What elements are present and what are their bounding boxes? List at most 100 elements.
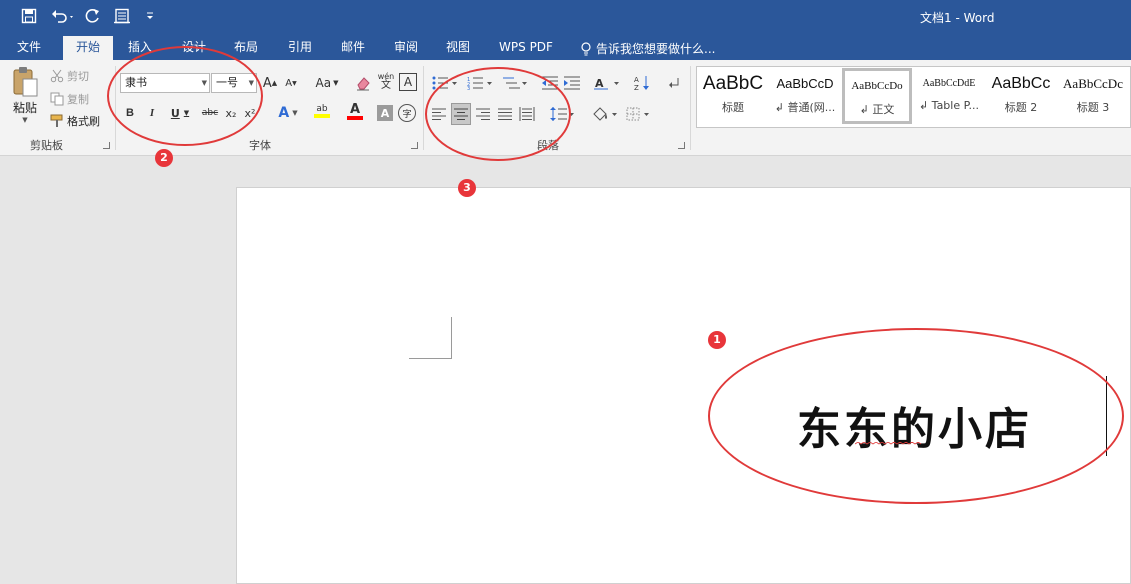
style-heading-3-sample: AaBbCcDc	[1063, 76, 1123, 91]
font-color-button[interactable]: A	[341, 101, 369, 121]
grow-font-button[interactable]: A ▲	[262, 73, 278, 93]
clear-formatting-button[interactable]	[354, 73, 372, 93]
highlighter-icon: ab	[316, 104, 328, 114]
title-bar: 文档1 - Word	[0, 0, 1131, 34]
font-launcher-icon[interactable]	[411, 142, 418, 149]
change-case-button[interactable]: Aa ▼	[312, 73, 342, 93]
save-icon[interactable]	[18, 5, 40, 27]
customize-quick-access-icon[interactable]	[142, 5, 158, 27]
tab-wps-pdf[interactable]: WPS PDF	[490, 34, 562, 60]
highlight-button[interactable]: ab	[306, 101, 338, 121]
svg-text:Z: Z	[634, 84, 639, 91]
borders-button[interactable]	[624, 104, 654, 124]
text-effects-icon: A	[278, 105, 290, 121]
format-painter-label: 格式刷	[67, 115, 100, 128]
grow-font-icon: A	[262, 75, 272, 91]
annotation-ellipse-text	[708, 328, 1124, 504]
shrink-font-icon: A	[285, 77, 293, 89]
tell-me-text: 告诉我您想要做什么...	[596, 42, 716, 56]
style-table-paragraph[interactable]: AaBbCcDdE ↲ Table P...	[914, 69, 984, 123]
clipboard-launcher-icon[interactable]	[103, 142, 110, 149]
cut-button[interactable]: 剪切	[50, 68, 89, 84]
scissors-icon	[50, 69, 64, 83]
style-body-text-name: ↲ 正文	[859, 103, 895, 116]
tab-view[interactable]: 视图	[436, 34, 480, 60]
paragraph-launcher-icon[interactable]	[678, 142, 685, 149]
paste-dropdown-icon: ▼	[22, 116, 28, 124]
character-shading-icon: A	[380, 106, 390, 120]
shading-button[interactable]	[590, 104, 620, 124]
tab-file[interactable]: 文件	[6, 34, 52, 60]
increase-indent-button[interactable]	[562, 73, 582, 93]
style-heading-2[interactable]: AaBbCc 标题 2	[986, 69, 1056, 123]
paste-icon	[13, 67, 38, 97]
borders-icon	[626, 107, 649, 121]
style-title[interactable]: AaBbC 标题	[698, 69, 768, 123]
chinese-layout-icon: A	[594, 77, 619, 90]
font-group-label: 字体	[249, 139, 271, 152]
style-heading-3-name: 标题 3	[1076, 101, 1110, 114]
eraser-icon	[357, 77, 370, 91]
style-normal-web-name: ↲ 普通(网...	[774, 101, 836, 114]
style-table-paragraph-sample: AaBbCcDdE	[922, 78, 976, 89]
style-title-name: 标题	[722, 101, 744, 114]
phonetic-guide-button[interactable]: wén 文	[376, 71, 396, 91]
cut-label: 剪切	[67, 70, 89, 83]
style-normal-web[interactable]: AaBbCcD ↲ 普通(网...	[770, 69, 840, 123]
style-body-text[interactable]: AaBbCcDo ↲ 正文	[842, 68, 912, 124]
quick-print-icon[interactable]	[110, 5, 134, 27]
phonetic-guide-icon: 文	[381, 80, 391, 91]
text-effects-button[interactable]: A ▼	[274, 103, 302, 123]
annotation-marker-1: 1	[708, 331, 726, 349]
formatting-marks-icon	[669, 78, 679, 88]
undo-icon[interactable]	[48, 5, 78, 27]
highlight-color-bar	[314, 114, 330, 118]
sort-button[interactable]: AZ	[632, 73, 652, 93]
font-color-bar	[347, 115, 363, 120]
paintbrush-icon	[50, 114, 63, 127]
paste-label: 粘贴	[12, 101, 37, 115]
style-heading-2-name: 标题 2	[1004, 101, 1038, 114]
character-shading-button[interactable]: A	[377, 105, 393, 121]
font-color-icon: A	[349, 101, 361, 117]
copy-icon	[50, 92, 64, 106]
tab-home[interactable]: 开始	[63, 36, 113, 60]
style-body-text-sample: AaBbCcDo	[851, 80, 903, 92]
format-painter-button[interactable]: 格式刷	[50, 113, 100, 129]
copy-label: 复制	[67, 93, 89, 106]
show-formatting-marks-button[interactable]	[666, 73, 682, 93]
style-heading-2-sample: AaBbCc	[991, 75, 1051, 92]
annotation-marker-3: 3	[458, 179, 476, 197]
paste-button[interactable]: 粘贴 ▼	[8, 66, 42, 130]
style-table-paragraph-name: ↲ Table P...	[918, 99, 980, 112]
copy-button[interactable]: 复制	[50, 91, 89, 107]
tell-me-box[interactable]: 告诉我您想要做什么...	[580, 40, 715, 57]
paint-bucket-icon	[593, 107, 617, 121]
lightbulb-icon	[581, 41, 591, 55]
tab-review[interactable]: 审阅	[384, 34, 428, 60]
annotation-ellipse-font	[107, 46, 263, 146]
increase-indent-icon	[564, 76, 580, 90]
group-separator	[423, 66, 424, 150]
change-case-icon: Aa	[315, 76, 332, 90]
style-heading-3[interactable]: AaBbCcDc 标题 3	[1058, 69, 1128, 123]
enclose-characters-icon: 字	[402, 109, 412, 120]
chinese-layout-button[interactable]: A	[592, 73, 622, 93]
annotation-marker-2: 2	[155, 149, 173, 167]
style-title-sample: AaBbC	[702, 73, 764, 94]
margin-corner-mark	[409, 317, 452, 359]
redo-icon[interactable]	[82, 5, 104, 27]
clipboard-group-label: 剪贴板	[30, 139, 63, 152]
character-border-button[interactable]: A	[399, 73, 417, 91]
shrink-font-button[interactable]: A ▼	[283, 73, 299, 93]
sort-icon: AZ	[634, 76, 649, 91]
tab-mailings[interactable]: 邮件	[331, 34, 375, 60]
tab-references[interactable]: 引用	[278, 34, 322, 60]
document-title: 文档1 - Word	[920, 11, 995, 25]
enclose-characters-button[interactable]: 字	[398, 104, 416, 122]
character-border-icon: A	[403, 75, 413, 89]
svg-text:A: A	[634, 76, 639, 84]
style-normal-web-sample: AaBbCcD	[776, 76, 834, 91]
svg-text:A: A	[595, 77, 604, 90]
group-separator	[690, 66, 691, 150]
